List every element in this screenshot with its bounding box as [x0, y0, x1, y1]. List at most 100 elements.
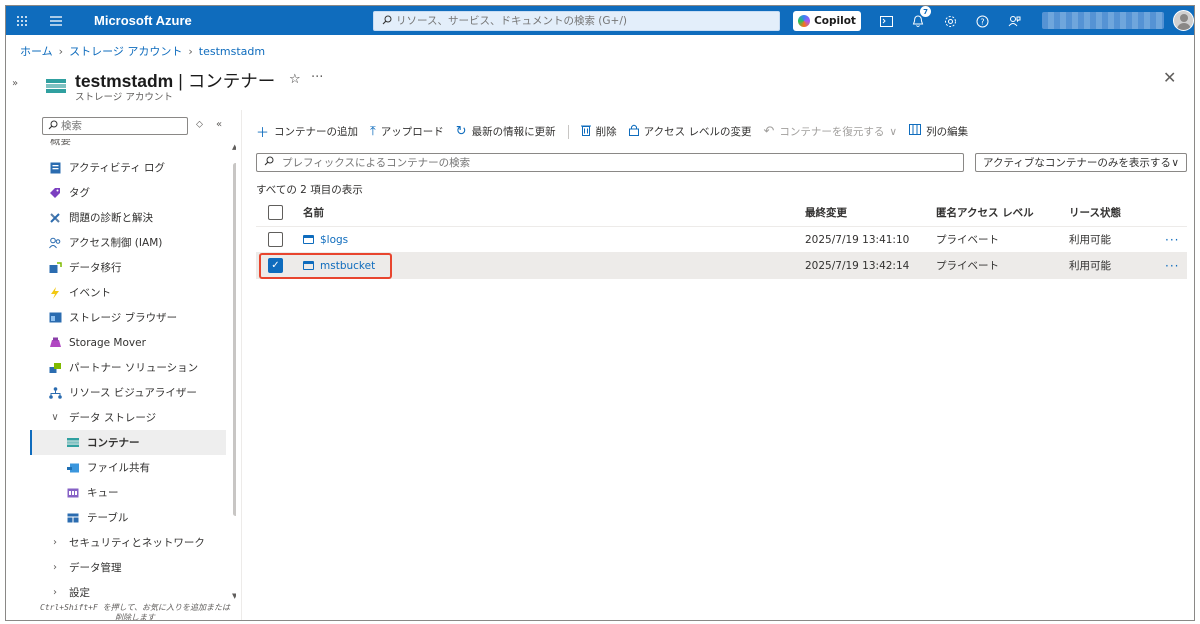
last-modified-cell: 2025/7/19 13:42:14	[805, 259, 910, 272]
more-options-icon[interactable]: ···	[311, 70, 323, 85]
prefix-search-input[interactable]	[282, 156, 942, 169]
feedback-icon[interactable]	[1002, 9, 1026, 33]
sidebar-group-label: 設定	[69, 587, 90, 599]
avatar[interactable]	[1173, 10, 1194, 31]
favorites-hint: Ctrl+Shift+F を押して、お気に入りを追加または削除します	[40, 603, 230, 621]
expand-panel-icon[interactable]: »	[12, 78, 18, 89]
sidebar-item-storage-mover[interactable]: Storage Mover	[30, 330, 226, 355]
add-container-label: コンテナーの追加	[274, 126, 359, 138]
sidebar-item-label: 問題の診断と解決	[69, 212, 153, 224]
global-search-input[interactable]	[396, 15, 756, 27]
app-launcher-icon[interactable]	[10, 9, 34, 33]
row-checkbox[interactable]: ✓	[268, 258, 283, 273]
column-header-last-modified[interactable]: 最終変更	[805, 205, 847, 220]
sort-icon[interactable]: ⬦	[196, 119, 203, 130]
brand-title[interactable]: Microsoft Azure	[94, 13, 192, 28]
sidebar-item-containers[interactable]: コンテナー	[30, 430, 226, 455]
sidebar-group-security-network[interactable]: › セキュリティとネットワーク	[30, 530, 226, 555]
sidebar-item-storage-browser[interactable]: ストレージ ブラウザー	[30, 305, 226, 330]
container-link[interactable]: $logs	[320, 234, 348, 246]
sidebar-item-label: リソース ビジュアライザー	[69, 387, 197, 399]
access-level-cell: プライベート	[936, 260, 999, 272]
breadcrumb-storage-accounts[interactable]: ストレージ アカウント	[69, 43, 182, 59]
sidebar-item-diagnose[interactable]: 問題の診断と解決	[30, 205, 226, 230]
sidebar-item-tables[interactable]: テーブル	[30, 505, 226, 530]
table-row[interactable]: ✓ mstbucket 2025/7/19 13:42:14 プライベート 利用…	[256, 253, 1187, 279]
chevron-right-icon: ›	[188, 44, 193, 58]
sidebar-item-events[interactable]: イベント	[30, 280, 226, 305]
sidebar-item-iam[interactable]: アクセス制御 (IAM)	[30, 230, 226, 255]
sidebar-item-label: タグ	[69, 187, 90, 199]
access-level-cell: プライベート	[936, 234, 999, 246]
svg-text:?: ?	[980, 17, 984, 26]
container-link[interactable]: mstbucket	[320, 260, 375, 272]
chevron-down-icon: ∨	[51, 412, 59, 423]
sidebar-item-label: アクセス制御 (IAM)	[69, 237, 163, 249]
trash-icon	[580, 124, 591, 140]
cloud-shell-icon[interactable]	[874, 9, 898, 33]
container-icon	[66, 436, 80, 450]
command-bar: ＋ コンテナーの追加 ⤒ アップロード ↻ 最新の情報に更新 削除 アクセス レ…	[256, 122, 980, 141]
sidebar-item-overview-partial[interactable]: 概要	[50, 139, 71, 147]
active-containers-filter[interactable]: アクティブなコンテナーのみを表示する ∨	[975, 153, 1187, 172]
lightning-icon	[48, 286, 62, 300]
sidebar-item-partner-solutions[interactable]: パートナー ソリューション	[30, 355, 226, 380]
file-share-icon	[66, 461, 80, 475]
add-container-button[interactable]: ＋ コンテナーの追加	[256, 122, 358, 141]
upload-button[interactable]: ⤒ アップロード	[370, 124, 444, 139]
refresh-button[interactable]: ↻ 最新の情報に更新	[456, 124, 556, 139]
prefix-search[interactable]	[256, 153, 964, 172]
column-header-lease-state[interactable]: リース状態	[1069, 205, 1121, 220]
queue-icon	[66, 486, 80, 500]
copilot-button[interactable]: Copilot	[793, 11, 861, 31]
sidebar-group-settings[interactable]: › 設定	[30, 580, 226, 605]
menu-items: アクティビティ ログ タグ 問題の診断と解決 アクセス制御 (IAM) データ移…	[30, 155, 226, 605]
menu-scrollbar[interactable]	[233, 163, 236, 516]
settings-gear-icon[interactable]	[938, 9, 962, 33]
global-search[interactable]	[373, 11, 780, 31]
top-bar: Microsoft Azure Copilot 7 ?	[6, 6, 1194, 35]
change-access-level-button[interactable]: アクセス レベルの変更	[628, 124, 751, 140]
sidebar-item-label: イベント	[69, 287, 111, 299]
account-info-blurred[interactable]	[1042, 12, 1164, 29]
sidebar-item-queues[interactable]: キュー	[30, 480, 226, 505]
row-more-icon[interactable]: ···	[1165, 233, 1179, 247]
table-row[interactable]: $logs 2025/7/19 13:41:10 プライベート 利用可能 ···	[256, 227, 1187, 253]
close-icon[interactable]: ✕	[1163, 68, 1176, 87]
filter-selected-value: アクティブなコンテナーのみを表示する	[983, 157, 1171, 169]
sidebar-item-label: アクティビティ ログ	[69, 162, 166, 174]
chevron-down-icon: ∨	[889, 125, 898, 138]
scroll-down-icon[interactable]: ▼	[232, 592, 236, 600]
favorite-star-icon[interactable]: ☆	[289, 72, 301, 87]
delete-button[interactable]: 削除	[580, 124, 617, 140]
upload-icon: ⤒	[370, 124, 376, 139]
sidebar-group-data-management[interactable]: › データ管理	[30, 555, 226, 580]
column-header-name[interactable]: 名前	[303, 205, 324, 220]
select-all-checkbox[interactable]	[268, 205, 283, 220]
wrench-icon	[48, 211, 62, 225]
menu-icon[interactable]	[44, 9, 68, 33]
breadcrumb-resource[interactable]: testmstadm	[199, 45, 265, 58]
restore-containers-button[interactable]: ↶ コンテナーを復元する ∨	[763, 124, 897, 139]
sidebar-item-tags[interactable]: タグ	[30, 180, 226, 205]
menu-search-input[interactable]	[61, 120, 171, 132]
people-icon	[48, 236, 62, 250]
row-more-icon[interactable]: ···	[1165, 259, 1179, 273]
breadcrumb-home[interactable]: ホーム	[20, 43, 53, 59]
row-checkbox[interactable]	[268, 232, 283, 247]
notifications-icon[interactable]: 7	[906, 6, 931, 33]
collapse-menu-icon[interactable]: «	[216, 119, 222, 130]
sidebar-item-resource-visualizer[interactable]: リソース ビジュアライザー	[30, 380, 226, 405]
sidebar-item-label: コンテナー	[87, 437, 140, 449]
sidebar-item-data-migration[interactable]: データ移行	[30, 255, 226, 280]
sidebar-item-file-shares[interactable]: ファイル共有	[30, 455, 226, 480]
scroll-up-icon[interactable]: ▲	[232, 143, 236, 151]
column-header-anonymous-access[interactable]: 匿名アクセス レベル	[936, 205, 1034, 220]
sidebar-group-data-storage[interactable]: ∨ データ ストレージ	[30, 405, 226, 430]
menu-search[interactable]	[42, 117, 188, 135]
sidebar-item-label: キュー	[87, 487, 119, 499]
help-icon[interactable]: ?	[970, 9, 994, 33]
sidebar-item-activity-log[interactable]: アクティビティ ログ	[30, 155, 226, 180]
table-header: 名前 最終変更 匿名アクセス レベル リース状態	[256, 199, 1187, 227]
edit-columns-button[interactable]: 列の編集	[909, 124, 968, 139]
